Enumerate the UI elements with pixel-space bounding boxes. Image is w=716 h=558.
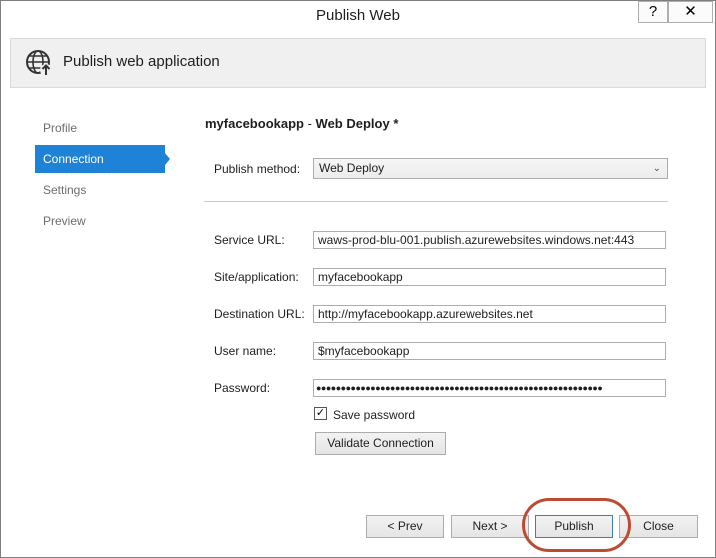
chevron-down-icon: ⌄ <box>652 163 661 174</box>
publish-method-select[interactable]: Web Deploy ⌄ <box>313 158 668 179</box>
help-button[interactable]: ? <box>638 1 668 23</box>
save-password-label: Save password <box>333 408 416 422</box>
window-title: Publish Web <box>316 7 400 24</box>
nav-item-preview[interactable]: Preview <box>35 207 157 235</box>
site-application-label: Site/application: <box>214 270 299 284</box>
profile-name: myfacebookapp <box>205 116 304 131</box>
profile-type: Web Deploy * <box>315 116 399 131</box>
publish-method-value: Web Deploy <box>319 161 385 175</box>
username-input[interactable]: $myfacebookapp <box>313 342 666 360</box>
nav-item-connection[interactable]: Connection <box>35 145 170 173</box>
wizard-nav: Profile Connection Settings Preview <box>35 114 175 238</box>
publish-web-dialog: Publish Web ? ✕ Publish web application … <box>0 0 716 558</box>
username-label: User name: <box>214 344 277 358</box>
destination-url-label: Destination URL: <box>214 307 305 321</box>
validate-connection-button[interactable]: Validate Connection <box>315 432 446 455</box>
prev-button[interactable]: < Prev <box>366 515 444 538</box>
password-input[interactable]: ●●●●●●●●●●●●●●●●●●●●●●●●●●●●●●●●●●●●●●●●… <box>313 379 666 397</box>
service-url-input[interactable]: waws-prod-blu-001.publish.azurewebsites.… <box>313 231 666 249</box>
nav-item-profile[interactable]: Profile <box>35 114 157 142</box>
destination-url-input[interactable]: http://myfacebookapp.azurewebsites.net <box>313 305 666 323</box>
nav-item-settings[interactable]: Settings <box>35 176 157 204</box>
dialog-header: Publish web application <box>10 38 706 88</box>
header-title: Publish web application <box>63 53 220 70</box>
save-password-checkbox[interactable]: ✓ <box>314 407 327 420</box>
publish-highlight-annotation <box>522 498 631 552</box>
password-label: Password: <box>214 381 271 395</box>
publish-method-label: Publish method: <box>214 162 301 176</box>
profile-heading: myfacebookapp - Web Deploy * <box>205 116 398 131</box>
close-window-button[interactable]: ✕ <box>668 1 713 23</box>
site-application-input[interactable]: myfacebookapp <box>313 268 666 286</box>
divider <box>204 201 668 202</box>
next-button[interactable]: Next > <box>451 515 529 538</box>
globe-publish-icon <box>26 50 52 76</box>
profile-separator: - <box>303 116 316 131</box>
title-bar: Publish Web ? ✕ <box>1 1 715 32</box>
service-url-label: Service URL: <box>214 233 285 247</box>
